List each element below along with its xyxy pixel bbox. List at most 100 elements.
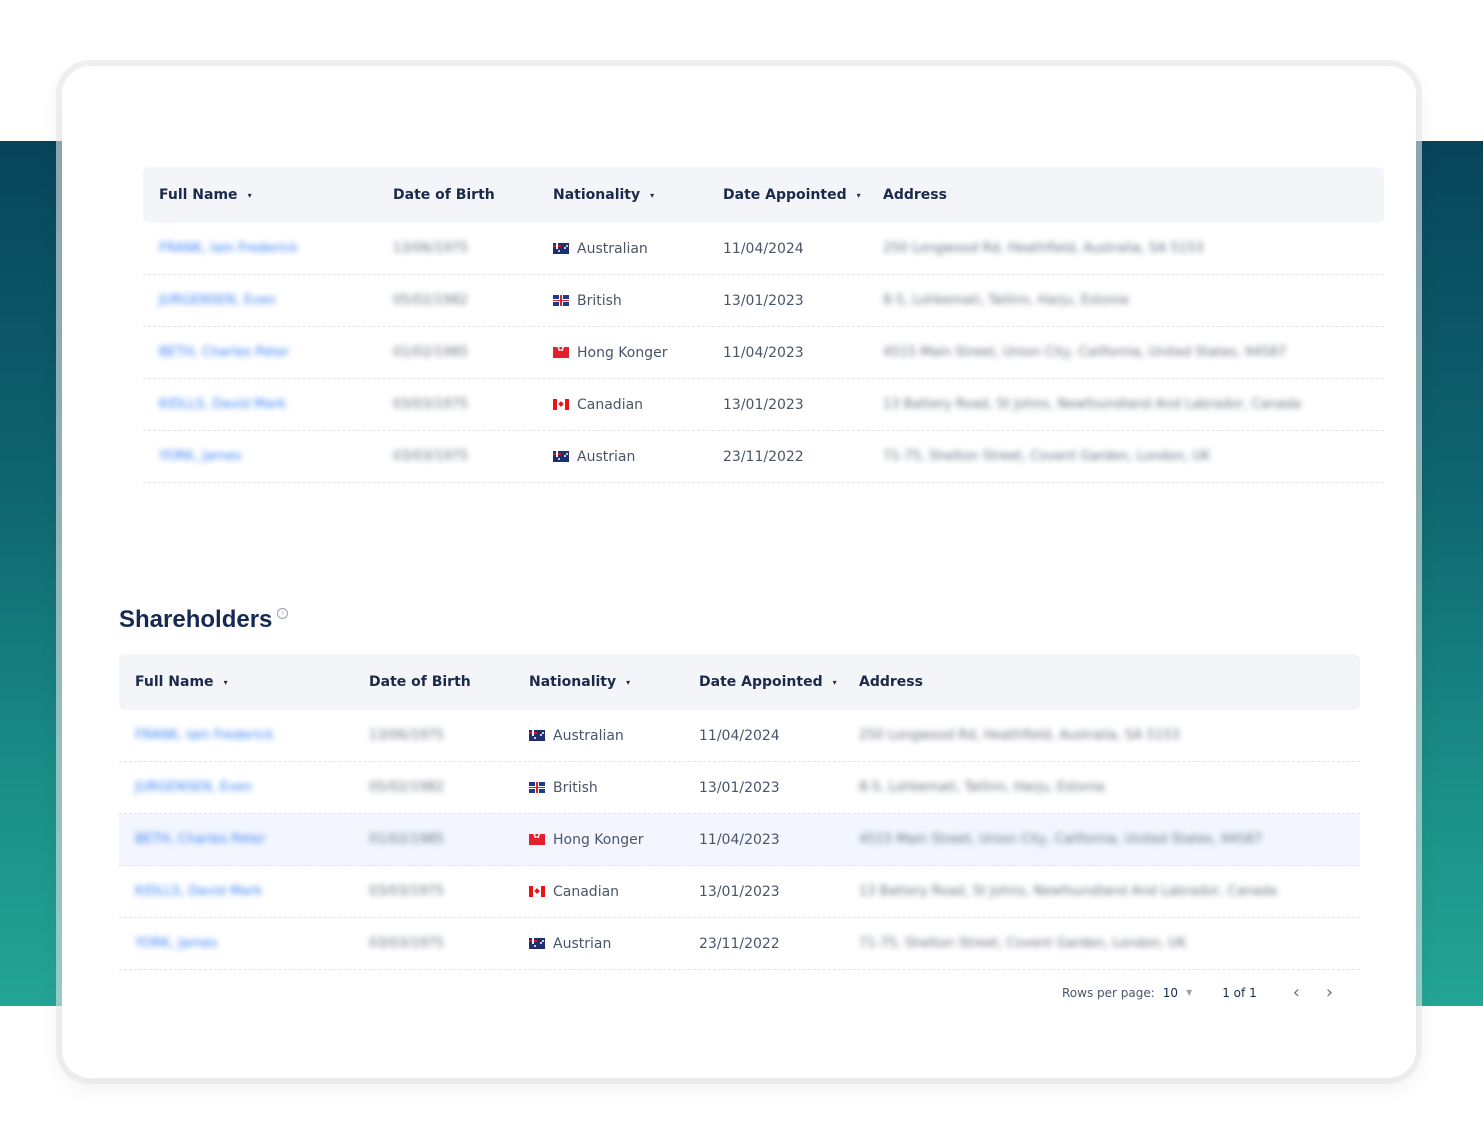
cell-address: 8-5, Lohkemati, Tallinn, Harju, Estonia bbox=[883, 293, 1129, 308]
cell-date-appointed: 13/01/2023 bbox=[723, 396, 804, 413]
cell-full-name: YORK, James bbox=[143, 449, 393, 464]
flag-au-icon bbox=[553, 451, 569, 462]
cell-full-name: JURGENSEN, Even bbox=[119, 780, 369, 795]
cell-dob: 13/06/1975 bbox=[393, 241, 468, 256]
flag-ca-icon bbox=[553, 399, 569, 410]
page-info: 1 of 1 bbox=[1222, 985, 1257, 1000]
cell-date-appointed: 11/04/2024 bbox=[699, 727, 780, 744]
cell-date-appointed: 13/01/2023 bbox=[699, 883, 780, 900]
cell-nationality: Australian bbox=[553, 241, 723, 257]
sort-caret-icon[interactable]: ▾ bbox=[857, 191, 861, 200]
cell-nationality: Canadian bbox=[553, 397, 723, 413]
prev-page-button[interactable]: ‹ bbox=[1293, 982, 1300, 1003]
cell-full-name: YORK, James bbox=[119, 936, 369, 951]
person-link[interactable]: KIDLLS, David Mark bbox=[159, 397, 286, 412]
table-row[interactable]: KIDLLS, David Mark 03/03/1975 Canadian 1… bbox=[119, 866, 1360, 918]
table-row[interactable]: BETH, Charles Peter 01/02/1985 Hong Kong… bbox=[119, 814, 1360, 866]
cell-dob: 01/02/1985 bbox=[369, 832, 444, 847]
flag-ca-icon bbox=[529, 886, 545, 897]
cell-dob: 03/03/1975 bbox=[369, 936, 444, 951]
section-title: Shareholders i bbox=[119, 606, 289, 634]
cell-date-appointed: 11/04/2023 bbox=[699, 831, 780, 848]
person-link[interactable]: JURGENSEN, Even bbox=[135, 780, 252, 795]
cell-date-appointed: 23/11/2022 bbox=[723, 448, 804, 465]
cell-address: 250 Longwood Rd, Heathfield, Australia, … bbox=[859, 728, 1180, 743]
person-link[interactable]: YORK, James bbox=[135, 936, 218, 951]
cell-full-name: KIDLLS, David Mark bbox=[143, 397, 393, 412]
table-row[interactable]: YORK, James 03/03/1975 Austrian 23/11/20… bbox=[143, 431, 1384, 483]
sort-caret-icon[interactable]: ▾ bbox=[248, 191, 252, 200]
cell-address: 13 Battery Road, St Johns, Newfoundland … bbox=[883, 397, 1301, 412]
cell-dob: 03/03/1975 bbox=[369, 884, 444, 899]
rows-per-page-label: Rows per page: bbox=[1062, 985, 1155, 1000]
person-link[interactable]: KIDLLS, David Mark bbox=[135, 884, 262, 899]
flag-au-icon bbox=[529, 730, 545, 741]
table-row[interactable]: JURGENSEN, Even 05/02/1982 British 13/01… bbox=[119, 762, 1360, 814]
flag-gb-icon bbox=[529, 782, 545, 793]
cell-nationality: Hong Konger bbox=[529, 832, 699, 848]
flag-hk-icon bbox=[553, 347, 569, 358]
table-row[interactable]: FRANK, Iain Frederick 13/06/1975 Austral… bbox=[143, 223, 1384, 275]
flag-au-icon bbox=[553, 243, 569, 254]
cell-address: 8-5, Lohkemati, Tallinn, Harju, Estonia bbox=[859, 780, 1105, 795]
cell-full-name: KIDLLS, David Mark bbox=[119, 884, 369, 899]
flag-au-icon bbox=[529, 938, 545, 949]
cell-dob: 03/03/1975 bbox=[393, 397, 468, 412]
cell-full-name: JURGENSEN, Even bbox=[143, 293, 393, 308]
table-row[interactable]: FRANK, Iain Frederick 13/06/1975 Austral… bbox=[119, 710, 1360, 762]
table-row[interactable]: KIDLLS, David Mark 03/03/1975 Canadian 1… bbox=[143, 379, 1384, 431]
table-row[interactable]: JURGENSEN, Even 05/02/1982 British 13/01… bbox=[143, 275, 1384, 327]
sort-caret-icon[interactable]: ▾ bbox=[626, 678, 630, 687]
sort-caret-icon[interactable]: ▾ bbox=[224, 678, 228, 687]
table-body: FRANK, Iain Frederick 13/06/1975 Austral… bbox=[143, 223, 1384, 483]
cell-full-name: FRANK, Iain Frederick bbox=[119, 728, 369, 743]
info-icon[interactable]: i bbox=[277, 608, 289, 619]
cell-address: 71-75, Shelton Street, Covent Garden, Lo… bbox=[883, 449, 1211, 464]
person-link[interactable]: JURGENSEN, Even bbox=[159, 293, 276, 308]
cell-nationality: Austrian bbox=[529, 936, 699, 952]
column-date-appointed[interactable]: Date Appointed ▾ bbox=[723, 187, 883, 203]
table-row[interactable]: BETH, Charles Peter 01/02/1985 Hong Kong… bbox=[143, 327, 1384, 379]
cell-date-appointed: 23/11/2022 bbox=[699, 935, 780, 952]
table-row[interactable]: YORK, James 03/03/1975 Austrian 23/11/20… bbox=[119, 918, 1360, 970]
cell-date-appointed: 13/01/2023 bbox=[699, 779, 780, 796]
next-page-button[interactable]: › bbox=[1326, 982, 1333, 1003]
pagination: Rows per page: 10 ▼ 1 of 1 ‹ › bbox=[1062, 982, 1333, 1003]
cell-address: 71-75, Shelton Street, Covent Garden, Lo… bbox=[859, 936, 1187, 951]
column-nationality[interactable]: Nationality ▾ bbox=[553, 187, 723, 203]
sort-caret-icon[interactable]: ▾ bbox=[833, 678, 837, 687]
column-date-appointed[interactable]: Date Appointed ▾ bbox=[699, 674, 859, 690]
cell-nationality: Australian bbox=[529, 728, 699, 744]
sort-caret-icon[interactable]: ▾ bbox=[650, 191, 654, 200]
column-nationality[interactable]: Nationality ▾ bbox=[529, 674, 699, 690]
cell-dob: 05/02/1982 bbox=[393, 293, 468, 308]
cell-full-name: FRANK, Iain Frederick bbox=[143, 241, 393, 256]
cell-address: 4515 Main Street, Union City, California… bbox=[859, 832, 1263, 847]
cell-date-appointed: 13/01/2023 bbox=[723, 292, 804, 309]
cell-nationality: Canadian bbox=[529, 884, 699, 900]
cell-dob: 01/02/1985 bbox=[393, 345, 468, 360]
person-link[interactable]: FRANK, Iain Frederick bbox=[159, 241, 298, 256]
shareholders-table: Full Name ▾ Date of Birth Nationality ▾ Da… bbox=[119, 654, 1360, 970]
dropdown-caret-icon[interactable]: ▼ bbox=[1186, 988, 1192, 997]
person-link[interactable]: FRANK, Iain Frederick bbox=[135, 728, 274, 743]
column-full-name[interactable]: Full Name ▾ bbox=[143, 187, 393, 203]
rows-per-page-select[interactable]: 10 bbox=[1163, 986, 1178, 1000]
column-dob: Date of Birth bbox=[369, 674, 471, 690]
table-body: FRANK, Iain Frederick 13/06/1975 Austral… bbox=[119, 710, 1360, 970]
cell-address: 13 Battery Road, St Johns, Newfoundland … bbox=[859, 884, 1277, 899]
person-link[interactable]: BETH, Charles Peter bbox=[135, 832, 265, 847]
person-link[interactable]: BETH, Charles Peter bbox=[159, 345, 289, 360]
cell-nationality: British bbox=[529, 780, 699, 796]
table-header: Full Name ▾ Date of Birth Nationality ▾ Da… bbox=[143, 167, 1384, 223]
cell-dob: 05/02/1982 bbox=[369, 780, 444, 795]
column-full-name[interactable]: Full Name ▾ bbox=[119, 674, 369, 690]
cell-date-appointed: 11/04/2024 bbox=[723, 240, 804, 257]
cell-nationality: Austrian bbox=[553, 449, 723, 465]
flag-gb-icon bbox=[553, 295, 569, 306]
person-link[interactable]: YORK, James bbox=[159, 449, 242, 464]
cell-date-appointed: 11/04/2023 bbox=[723, 344, 804, 361]
content-card: Full Name ▾ Date of Birth Nationality ▾ Da… bbox=[62, 66, 1416, 1078]
cell-address: 250 Longwood Rd, Heathfield, Australia, … bbox=[883, 241, 1204, 256]
cell-full-name: BETH, Charles Peter bbox=[143, 345, 393, 360]
